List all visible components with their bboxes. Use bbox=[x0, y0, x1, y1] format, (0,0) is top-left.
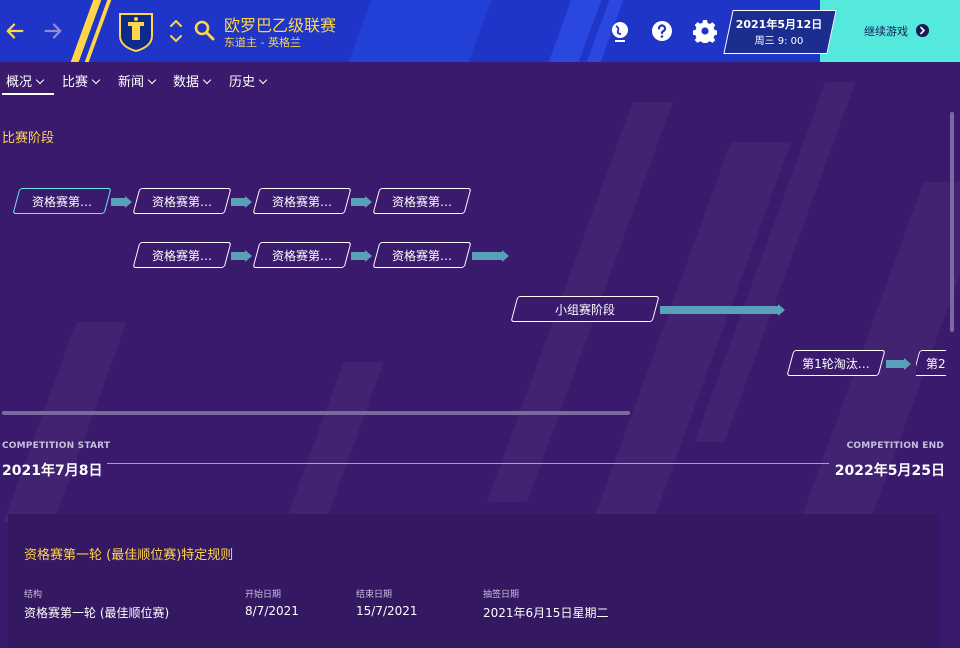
help-button[interactable] bbox=[649, 18, 675, 44]
stage-rules-panel bbox=[8, 514, 940, 648]
stage-qualifying-1[interactable]: 资格赛第… bbox=[12, 188, 112, 214]
rules-title: 资格赛第一轮 (最佳顺位赛)特定规则 bbox=[24, 548, 234, 563]
stage-qualifying-4[interactable]: 资格赛第… bbox=[372, 188, 472, 214]
end-date-value: 15/7/2021 bbox=[356, 604, 418, 618]
stage-knockout-1[interactable]: 第1轮淘汰… bbox=[786, 350, 886, 376]
tab-history[interactable]: 历史 bbox=[229, 71, 268, 90]
competition-logo bbox=[119, 13, 153, 52]
stage-connector-arrow bbox=[904, 358, 911, 370]
chevron-right-icon bbox=[916, 24, 929, 37]
competition-end-date: 2022年5月25日 bbox=[834, 463, 945, 479]
stage-connector bbox=[231, 198, 245, 206]
arrow-right-icon bbox=[44, 23, 62, 39]
competition-start-label: COMPETITION START bbox=[2, 441, 111, 451]
start-date-header: 开始日期 bbox=[245, 590, 282, 600]
stage-connector-arrow bbox=[778, 304, 785, 316]
arrow-left-icon bbox=[6, 23, 24, 39]
question-icon bbox=[652, 21, 672, 41]
continue-label[interactable]: 继续游戏 bbox=[864, 23, 908, 39]
stage-connector-arrow bbox=[502, 250, 509, 262]
structure-header: 结构 bbox=[24, 590, 43, 600]
globe-icon bbox=[612, 22, 628, 42]
stage-connector bbox=[660, 306, 778, 314]
tab-matches[interactable]: 比赛 bbox=[62, 71, 101, 90]
stages-title: 比赛阶段 bbox=[2, 131, 55, 146]
current-date: 2021年5月12日 bbox=[735, 18, 823, 31]
stage-connector-arrow bbox=[245, 196, 252, 208]
stage-qualifying-6[interactable]: 资格赛第… bbox=[252, 242, 352, 268]
draw-date-header: 抽签日期 bbox=[483, 590, 520, 600]
competition-title[interactable]: 欧罗巴乙级联赛 bbox=[224, 12, 336, 36]
world-button[interactable] bbox=[607, 18, 633, 44]
tab-overview[interactable]: 概况 bbox=[6, 71, 45, 90]
stage-connector bbox=[472, 252, 502, 260]
competition-host: 东道主 - 英格兰 bbox=[224, 36, 301, 49]
chevron-down-icon bbox=[258, 75, 268, 85]
stage-connector bbox=[231, 252, 245, 260]
active-tab-indicator bbox=[2, 93, 54, 95]
gear-icon bbox=[693, 20, 717, 43]
chevron-down-icon bbox=[91, 75, 101, 85]
chevron-down-icon bbox=[202, 75, 212, 85]
stage-qualifying-2[interactable]: 资格赛第… bbox=[132, 188, 232, 214]
forward-button[interactable] bbox=[38, 14, 68, 48]
vertical-scrollbar[interactable] bbox=[950, 112, 954, 332]
competition-end-label: COMPETITION END bbox=[846, 441, 944, 451]
search-icon[interactable] bbox=[192, 18, 216, 42]
stage-group[interactable]: 小组赛阶段 bbox=[510, 296, 660, 322]
stage-qualifying-5[interactable]: 资格赛第… bbox=[132, 242, 232, 268]
stage-connector bbox=[111, 198, 125, 206]
stage-connector-arrow bbox=[365, 196, 372, 208]
start-date-value: 8/7/2021 bbox=[245, 604, 299, 618]
stage-connector bbox=[351, 198, 365, 206]
chevron-down-icon bbox=[35, 75, 45, 85]
current-time: 周三 9: 00 bbox=[754, 36, 804, 47]
stage-connector bbox=[886, 360, 904, 368]
switch-competition-arrows[interactable] bbox=[168, 16, 184, 46]
timeline-line bbox=[107, 463, 829, 464]
draw-date-value: 2021年6月15日星期二 bbox=[483, 606, 609, 620]
sub-navigation: 概况 比赛 新闻 数据 历史 bbox=[0, 62, 960, 96]
horizontal-scrollbar[interactable] bbox=[2, 411, 630, 415]
stage-connector-arrow bbox=[125, 196, 132, 208]
stage-qualifying-3[interactable]: 资格赛第… bbox=[252, 188, 352, 214]
stage-connector-arrow bbox=[245, 250, 252, 262]
back-button[interactable] bbox=[0, 14, 30, 48]
chevron-down-icon bbox=[147, 75, 157, 85]
stage-qualifying-7[interactable]: 资格赛第… bbox=[372, 242, 472, 268]
structure-value: 资格赛第一轮 (最佳顺位赛) bbox=[24, 606, 170, 620]
tab-stats[interactable]: 数据 bbox=[173, 71, 212, 90]
tab-news[interactable]: 新闻 bbox=[118, 71, 157, 90]
competition-start-date: 2021年7月8日 bbox=[2, 463, 103, 479]
stage-connector bbox=[351, 252, 365, 260]
end-date-header: 结束日期 bbox=[356, 590, 393, 600]
stage-knockout-2[interactable]: 第2 bbox=[916, 350, 946, 376]
stage-connector-arrow bbox=[365, 250, 372, 262]
settings-button[interactable] bbox=[692, 18, 718, 44]
